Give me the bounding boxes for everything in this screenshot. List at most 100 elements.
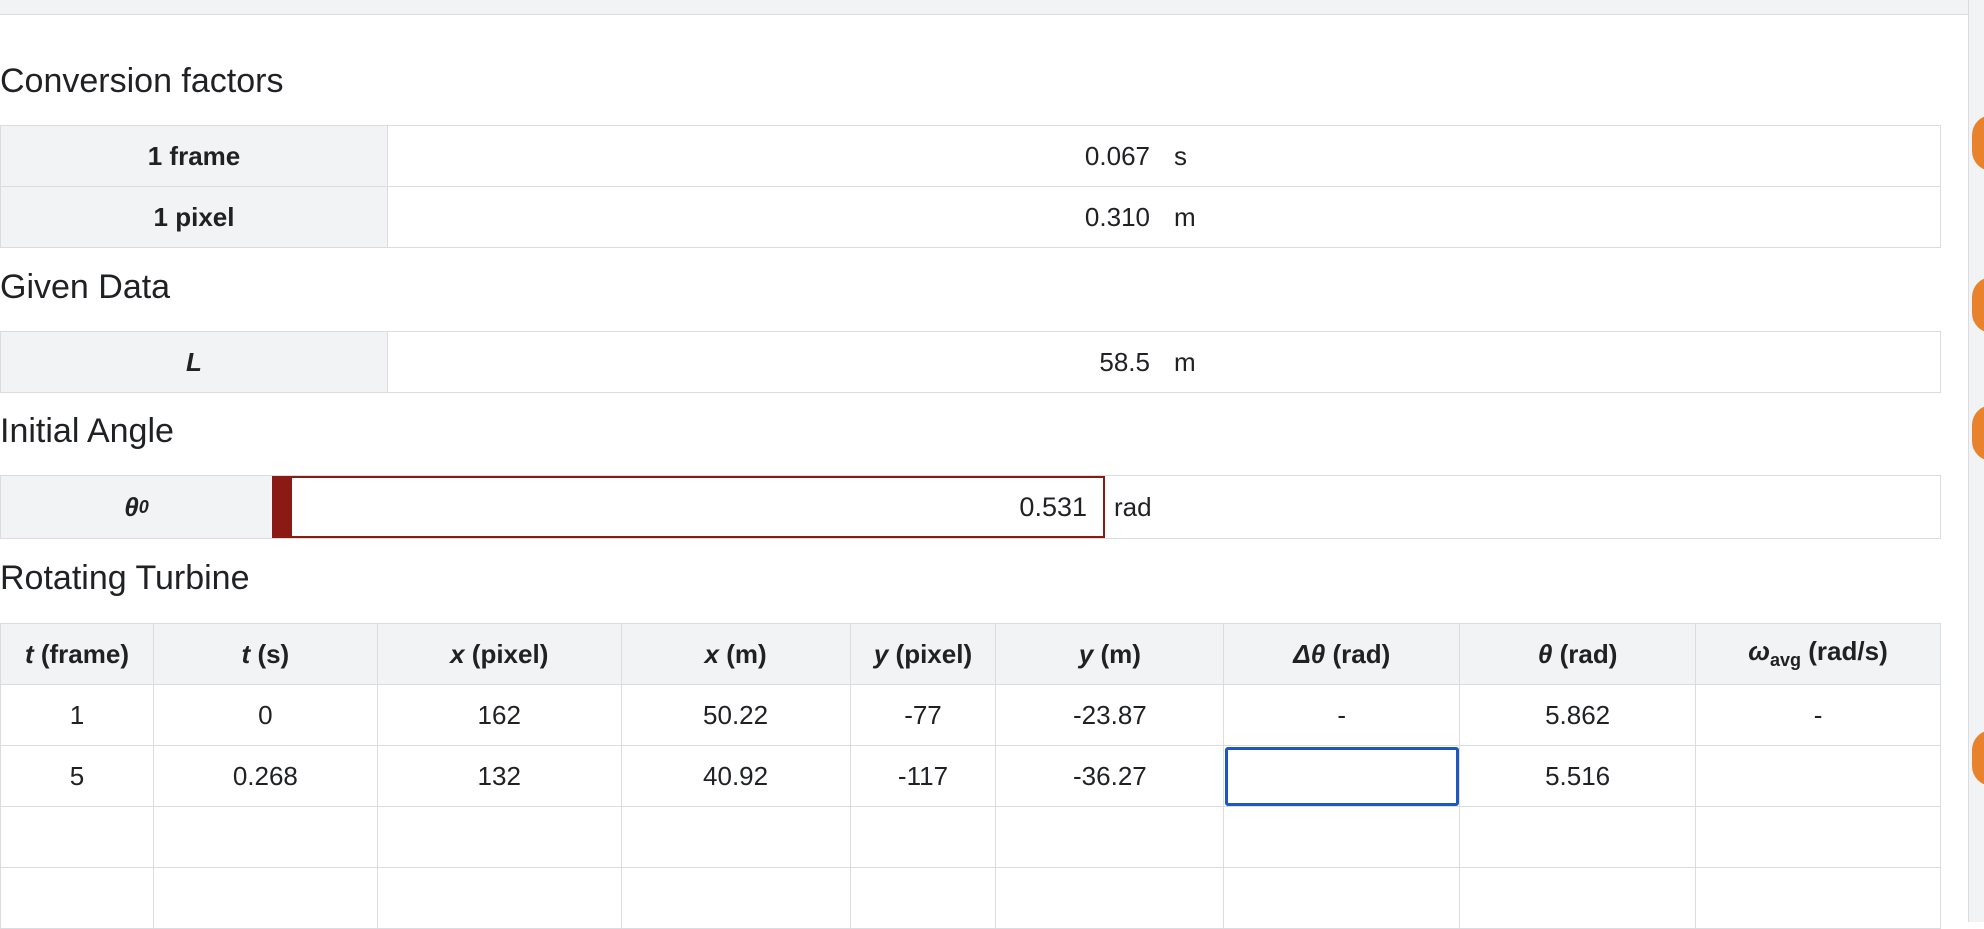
conversion-unit: m — [1174, 201, 1196, 232]
table-cell[interactable]: 5 — [0, 745, 154, 807]
top-toolbar-strip — [0, 0, 1968, 15]
initial-angle-input[interactable]: 0.531 — [272, 476, 1105, 538]
column-variable-subscript: avg — [1770, 650, 1802, 671]
conversion-row-frame: 1 frame 0.067 s — [0, 125, 1941, 187]
column-header: t (frame) — [0, 623, 154, 685]
table-cell[interactable] — [995, 806, 1225, 868]
conversion-label: 1 pixel — [0, 186, 388, 248]
rotating-turbine-table: t (frame) t (s) x (pixel) x (m) y (pixel) y (… — [0, 623, 1941, 929]
initial-angle-value: 0.531 — [1019, 491, 1087, 522]
given-unit: m — [1174, 346, 1196, 377]
conversion-label: 1 frame — [0, 125, 388, 187]
conversion-value-cell[interactable]: 0.310 m — [387, 186, 1941, 248]
table-row — [0, 867, 1941, 929]
initial-angle-unit: rad — [1114, 491, 1152, 522]
input-error-indicator — [274, 478, 292, 536]
table-cell[interactable]: 132 — [376, 745, 622, 807]
table-cell[interactable]: 50.22 — [620, 684, 851, 746]
table-cell[interactable]: - — [1695, 684, 1941, 746]
table-cell[interactable] — [376, 867, 622, 929]
table-cell[interactable]: 0 — [152, 684, 378, 746]
table-row — [0, 806, 1941, 868]
table-cell[interactable] — [1695, 806, 1941, 868]
column-header: x (pixel) — [376, 623, 622, 685]
column-variable: θ — [1537, 638, 1553, 669]
active-table-cell[interactable] — [1223, 745, 1461, 807]
column-variable: Δθ — [1293, 638, 1326, 669]
table-cell[interactable] — [1459, 867, 1697, 929]
column-variable: ω — [1748, 636, 1770, 667]
table-cell[interactable] — [152, 867, 378, 929]
table-cell[interactable] — [0, 806, 154, 868]
table-body: 1 0 162 50.22 -77 -23.87-5.862-5 0.268 132 40.92… — [0, 684, 1941, 929]
conversion-factors-table: 1 frame 0.067 s 1 pixel 0.310 m — [0, 125, 1941, 248]
table-cell[interactable]: 5.862 — [1459, 684, 1697, 746]
conversion-value: 0.310 — [1084, 201, 1150, 232]
table-cell[interactable] — [1459, 806, 1697, 868]
given-label: L — [0, 331, 388, 393]
column-unit: (pixel) — [471, 638, 549, 669]
theta-subscript: 0 — [138, 496, 149, 517]
conversion-value-cell[interactable]: 0.067 s — [387, 125, 1941, 187]
column-unit: (pixel) — [895, 638, 973, 669]
column-variable: t — [24, 638, 34, 669]
given-row-L: L 58.5 m — [0, 331, 1941, 393]
column-header: ωavg (rad/s) — [1695, 623, 1941, 685]
table-cell[interactable]: 5.516 — [1459, 745, 1697, 807]
table-cell[interactable]: -117 — [849, 745, 997, 807]
column-variable: x — [704, 638, 719, 669]
table-cell[interactable]: -23.87 — [995, 684, 1225, 746]
table-cell[interactable] — [376, 806, 622, 868]
table-cell[interactable]: 1 — [0, 684, 154, 746]
given-data-title: Given Data — [0, 268, 171, 306]
conversion-row-pixel: 1 pixel 0.310 m — [0, 186, 1941, 248]
column-header: x (m) — [620, 623, 851, 685]
given-value-cell[interactable]: 58.5 m — [387, 331, 1941, 393]
table-cell[interactable] — [1695, 745, 1941, 807]
column-unit: (rad) — [1332, 638, 1391, 669]
column-header: y (pixel) — [849, 623, 997, 685]
column-variable: t — [241, 638, 251, 669]
table-cell[interactable]: 0.268 — [152, 745, 378, 807]
column-unit: (m) — [1100, 638, 1141, 669]
conversion-factors-title: Conversion factors — [0, 62, 284, 100]
table-cell[interactable]: 40.92 — [620, 745, 851, 807]
column-unit: (s) — [257, 638, 290, 669]
column-unit: (frame) — [40, 638, 129, 669]
table-cell[interactable] — [849, 867, 997, 929]
given-data-table: L 58.5 m — [0, 331, 1941, 393]
table-cell[interactable] — [1695, 867, 1941, 929]
table-cell[interactable] — [1223, 806, 1461, 868]
column-header: t (s) — [152, 623, 378, 685]
theta-symbol: θ — [124, 491, 139, 522]
table-cell[interactable] — [995, 867, 1225, 929]
table-cell[interactable] — [1223, 867, 1461, 929]
table-row: 5 0.268 132 40.92 -117 -36.27 5.516 — [0, 745, 1941, 807]
column-unit: (m) — [726, 638, 767, 669]
table-cell[interactable]: -77 — [849, 684, 997, 746]
table-cell[interactable]: -36.27 — [995, 745, 1225, 807]
column-unit: (rad/s) — [1808, 636, 1888, 667]
table-cell[interactable] — [620, 806, 851, 868]
table-cell[interactable]: 162 — [376, 684, 622, 746]
table-cell[interactable] — [152, 806, 378, 868]
table-cell[interactable] — [620, 867, 851, 929]
conversion-value: 0.067 — [1084, 140, 1150, 171]
column-variable: y — [873, 638, 889, 669]
column-header: θ (rad) — [1459, 623, 1697, 685]
column-variable: y — [1078, 638, 1094, 669]
table-header-row: t (frame) t (s) x (pixel) x (m) y (pixel) y (… — [0, 623, 1941, 685]
initial-angle-title: Initial Angle — [0, 412, 174, 450]
column-unit: (rad) — [1559, 638, 1618, 669]
given-value: 58.5 — [1099, 346, 1150, 377]
table-row: 1 0 162 50.22 -77 -23.87-5.862- — [0, 684, 1941, 746]
initial-angle-label: θ0 — [1, 476, 272, 538]
column-variable: x — [450, 638, 465, 669]
rotating-turbine-title: Rotating Turbine — [0, 559, 250, 597]
conversion-unit: s — [1174, 140, 1187, 171]
table-cell[interactable] — [0, 867, 154, 929]
column-header: Δθ (rad) — [1223, 623, 1461, 685]
column-header: y (m) — [995, 623, 1225, 685]
table-cell[interactable] — [849, 806, 997, 868]
table-cell[interactable]: - — [1223, 684, 1461, 746]
